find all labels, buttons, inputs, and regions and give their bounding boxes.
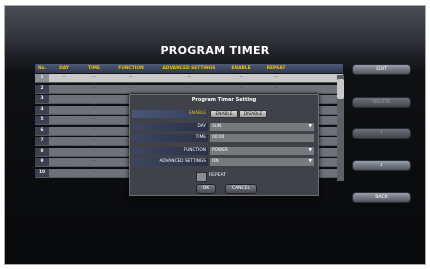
function-row: FUNCTION POWER ▼ (132, 147, 314, 155)
program-timer-setting-dialog: Program Timer Setting ENABLE ENABLE DISA… (129, 94, 319, 196)
time-value: 00:00 (212, 135, 225, 140)
cell-day: -- (62, 96, 66, 101)
day-select[interactable]: SUN ▼ (210, 123, 314, 131)
cell-enable: -- (239, 75, 243, 80)
cell-day: -- (62, 117, 66, 122)
enable-option-button[interactable]: ENABLE (210, 110, 238, 118)
cell-day: -- (62, 75, 66, 80)
advanced-settings-row: ADVANCED SETTINGS ON ▼ (132, 158, 314, 166)
row-number: 2 (35, 84, 49, 93)
move-up-button[interactable]: ↑ (352, 128, 411, 139)
cell-repeat: -- (274, 75, 278, 80)
time-field[interactable]: 00:00 (210, 134, 314, 142)
row-number: 3 (35, 95, 49, 103)
dropdown-arrow-icon: ▼ (308, 148, 312, 153)
header-no: No. (37, 66, 47, 71)
cell-time: -- (92, 148, 96, 154)
day-label: DAY (132, 123, 208, 131)
row-number: 4 (35, 105, 49, 114)
dropdown-arrow-icon: ▼ (308, 159, 312, 164)
page-title: PROGRAM TIMER (160, 44, 270, 57)
header-function: FUNCTION (118, 66, 144, 71)
table-row[interactable]: 2 -- -- -- -- -- -- (35, 84, 343, 94)
cell-repeat: -- (274, 85, 278, 91)
repeat-label: REPEAT (209, 173, 227, 178)
cell-day: -- (62, 138, 66, 143)
cell-day: -- (62, 148, 66, 154)
cell-time: -- (92, 159, 96, 164)
function-select[interactable]: POWER ▼ (210, 147, 314, 155)
table-header: No. DAY TIME FUNCTION ADVANCED SETTINGS … (35, 64, 343, 73)
cell-time: -- (92, 117, 96, 122)
row-number: 8 (35, 147, 49, 156)
header-enable: ENABLE (231, 66, 251, 71)
cell-time: -- (92, 169, 96, 175)
cell-time: -- (92, 75, 96, 80)
header-time: TIME (88, 66, 100, 71)
cell-time: -- (92, 85, 96, 91)
function-value: POWER (212, 148, 228, 153)
cell-day: -- (62, 85, 66, 91)
cell-time: -- (92, 96, 96, 101)
function-label: FUNCTION (132, 147, 208, 155)
cell-advanced-settings: -- (187, 75, 191, 80)
cell-time: -- (92, 127, 96, 133)
edit-button[interactable]: EDIT (352, 64, 411, 75)
enable-label: ENABLE (132, 110, 208, 118)
header-day: DAY (59, 66, 69, 71)
dialog-title: Program Timer Setting (191, 97, 257, 103)
cell-time: -- (92, 106, 96, 112)
advanced-settings-select[interactable]: ON ▼ (210, 158, 314, 166)
table-row[interactable]: 1 -- -- -- -- -- -- (35, 74, 343, 83)
move-down-button[interactable]: ↓ (352, 160, 411, 171)
cell-day: -- (62, 159, 66, 164)
cell-day: -- (62, 127, 66, 133)
screen: PROGRAM TIMER No. DAY TIME FUNCTION ADVA… (4, 5, 426, 265)
time-row: TIME 00:00 (132, 134, 314, 142)
back-button[interactable]: BACK (352, 192, 411, 203)
cell-day: -- (62, 106, 66, 112)
delete-button[interactable]: DELETE (352, 97, 411, 108)
cell-function: -- (129, 75, 133, 80)
ok-button[interactable]: OK (196, 184, 216, 194)
repeat-checkbox[interactable] (196, 172, 207, 182)
cell-function: -- (129, 85, 133, 91)
cell-enable: -- (239, 85, 243, 91)
time-label: TIME (132, 134, 208, 142)
day-row: DAY SUN ▼ (132, 123, 314, 131)
cell-day: -- (62, 169, 66, 175)
day-value: SUN (212, 124, 222, 129)
row-number: 6 (35, 126, 49, 135)
row-number: 1 (35, 74, 49, 82)
table-scrollbar[interactable] (337, 75, 344, 181)
header-advanced-settings: ADVANCED SETTINGS (162, 66, 216, 71)
row-number: 10 (35, 168, 49, 177)
enable-row: ENABLE ENABLE DISABLE (132, 110, 314, 118)
scrollbar-thumb[interactable] (337, 79, 344, 99)
header-repeat: REPEAT (266, 66, 286, 71)
row-number: 5 (35, 116, 49, 124)
dropdown-arrow-icon: ▼ (308, 124, 312, 129)
cell-time: -- (92, 138, 96, 143)
row-number: 9 (35, 158, 49, 166)
cell-advanced-settings: -- (187, 85, 191, 91)
advanced-settings-label: ADVANCED SETTINGS (132, 158, 208, 166)
row-number: 7 (35, 137, 49, 145)
cancel-button[interactable]: CANCEL (225, 184, 257, 194)
disable-option-button[interactable]: DISABLE (239, 110, 267, 118)
advanced-settings-value: ON (212, 159, 219, 164)
